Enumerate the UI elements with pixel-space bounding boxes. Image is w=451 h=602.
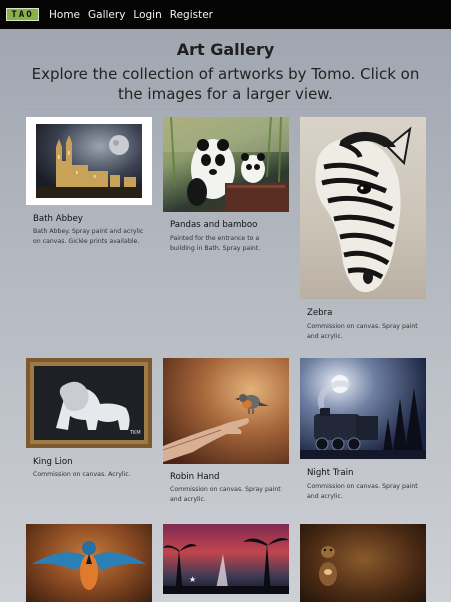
nav-link-register[interactable]: Register xyxy=(170,9,213,21)
page-title: Art Gallery xyxy=(176,40,275,59)
artwork-title: Pandas and bamboo xyxy=(170,220,258,230)
artwork-card-palm-sunset[interactable]: ★ xyxy=(163,524,289,594)
artwork-image-bath-abbey[interactable] xyxy=(26,117,152,205)
artwork-title: Night Train xyxy=(307,468,354,478)
artwork-image-zebra[interactable] xyxy=(300,117,426,299)
artwork-title: Zebra xyxy=(307,308,333,318)
artwork-image-king-lion[interactable]: TKM xyxy=(26,358,152,448)
robin-hand-painting xyxy=(163,394,269,462)
dog-painting xyxy=(319,546,337,586)
artwork-card-zebra[interactable]: Zebra Commission on canvas. Spray paint … xyxy=(300,117,426,347)
night-train-painting xyxy=(300,375,426,459)
artwork-image-kingfisher[interactable] xyxy=(26,524,152,602)
artwork-signature: TKM xyxy=(129,430,141,436)
lion-painting: TKM xyxy=(26,358,152,448)
artwork-description: Bath Abbey. Spray paint and acrylic on c… xyxy=(33,228,144,245)
artwork-description: Commission on canvas. Spray paint and ac… xyxy=(170,486,281,503)
bath-abbey-painting xyxy=(36,124,142,198)
kingfisher-painting xyxy=(32,541,146,590)
artwork-description: Commission on canvas. Spray paint and ac… xyxy=(307,323,418,340)
artwork-card-dog[interactable] xyxy=(300,524,426,602)
pandas-painting xyxy=(163,117,289,212)
artwork-title: Robin Hand xyxy=(170,472,220,482)
header-divider xyxy=(26,109,426,110)
artwork-title: King Lion xyxy=(33,457,73,467)
artwork-card-kingfisher[interactable] xyxy=(26,524,152,602)
artwork-card-robin-hand[interactable]: Robin Hand Commission on canvas. Spray p… xyxy=(163,358,289,508)
zebra-painting xyxy=(315,126,412,293)
artwork-card-night-train[interactable]: Night Train Commission on canvas. Spray … xyxy=(300,358,426,508)
page-subtitle: Explore the collection of artworks by To… xyxy=(31,65,420,103)
artwork-image-robin-hand[interactable] xyxy=(163,358,289,464)
artwork-card-king-lion[interactable]: TKM King Lion Commission on canvas. Acry… xyxy=(26,358,152,488)
navbar: TAO Home Gallery Login Register xyxy=(0,0,451,29)
artwork-description: Commission on canvas. Spray paint and ac… xyxy=(307,483,418,500)
nav-link-home[interactable]: Home xyxy=(49,9,80,21)
nav-link-gallery[interactable]: Gallery xyxy=(88,9,125,21)
artwork-image-pandas[interactable] xyxy=(163,117,289,212)
artwork-image-dog[interactable] xyxy=(300,524,426,602)
star-glyph: ★ xyxy=(189,575,196,584)
artwork-description: Painted for the entrance to a building i… xyxy=(170,235,261,252)
palm-sunset-painting: ★ xyxy=(163,538,289,594)
artwork-image-palm-sunset[interactable]: ★ xyxy=(163,524,289,594)
artwork-card-pandas[interactable]: Pandas and bamboo Painted for the entran… xyxy=(163,117,289,267)
artwork-image-night-train[interactable] xyxy=(300,358,426,459)
site-logo[interactable]: TAO xyxy=(6,8,39,21)
artwork-title: Bath Abbey xyxy=(33,214,83,224)
artwork-card-bath-abbey[interactable]: Bath Abbey Bath Abbey. Spray paint and a… xyxy=(26,117,152,257)
artwork-description: Commission on canvas. Acrylic. xyxy=(33,471,131,478)
nav-link-login[interactable]: Login xyxy=(133,9,161,21)
